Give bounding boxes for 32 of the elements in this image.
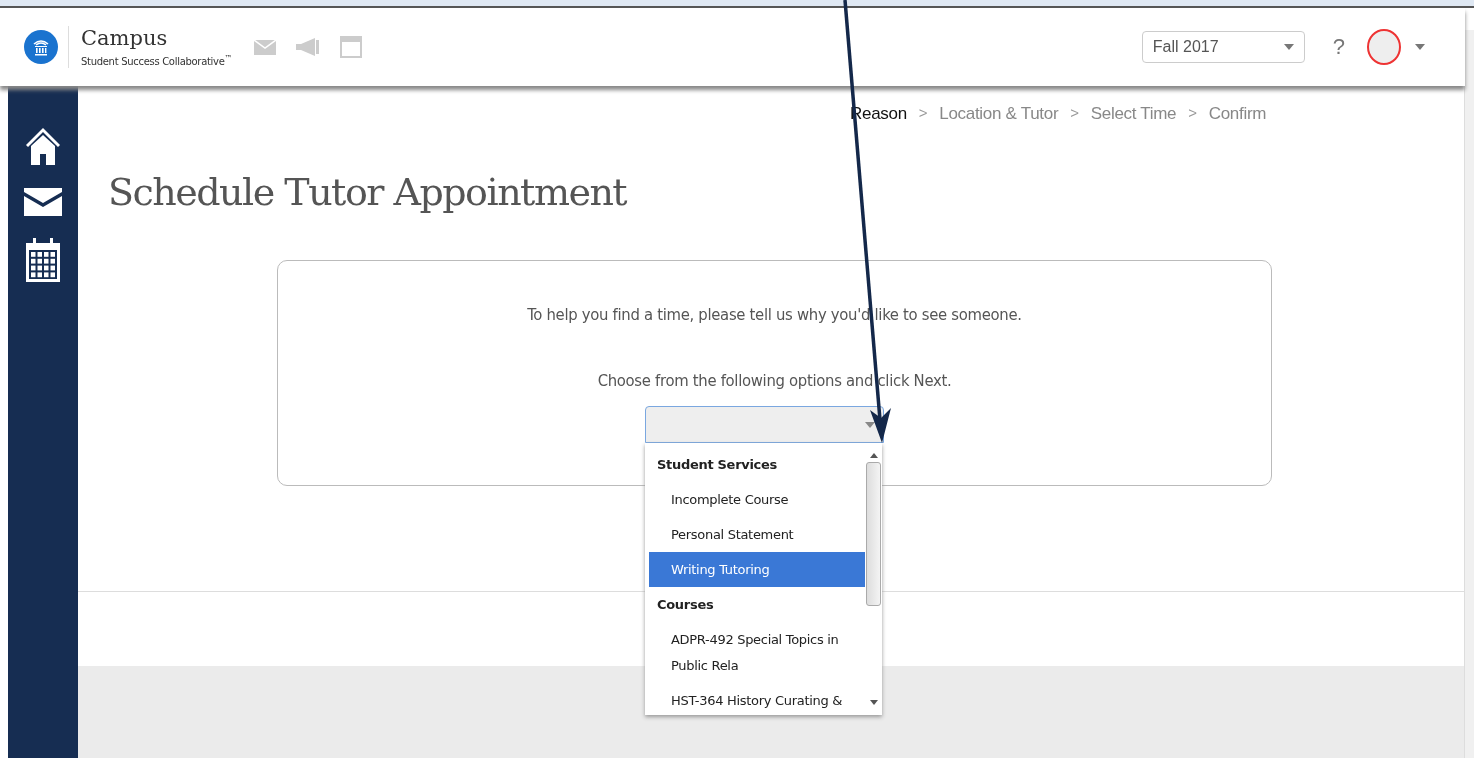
scroll-up-icon[interactable] — [869, 453, 878, 458]
avatar-icon[interactable] — [1367, 29, 1401, 65]
caret-icon — [865, 421, 875, 428]
term-select[interactable]: Fall 2017 — [1141, 31, 1305, 63]
reason-select[interactable] — [645, 406, 884, 443]
step-separator: > — [1188, 104, 1197, 123]
dropdown-option[interactable]: Incomplete Course — [649, 482, 865, 517]
dropdown-option[interactable]: ADPR-492 Special Topics in Public Rela — [649, 622, 865, 683]
step-separator: > — [918, 104, 928, 123]
home-icon[interactable] — [25, 126, 61, 166]
option-group-label: Student Services — [656, 456, 778, 474]
dropdown-option[interactable]: HST-364 History Curating & — [649, 683, 865, 715]
mail-icon[interactable] — [24, 188, 62, 216]
dropdown-option[interactable]: Writing Tutoring — [649, 552, 865, 587]
step-separator: > — [1070, 104, 1079, 123]
caret-icon — [1415, 44, 1425, 50]
option-group-label: Courses — [656, 596, 715, 614]
scroll-down-icon[interactable] — [869, 700, 878, 705]
caret-icon — [1283, 44, 1294, 50]
scrollbar[interactable] — [865, 443, 882, 715]
dropdown-option[interactable]: Personal Statement — [649, 517, 865, 552]
step-label: Confirm — [1208, 104, 1267, 124]
app-subtitle: Student Success Collaborative$^{™}$ — [81, 54, 233, 68]
app-name: Campus — [81, 26, 169, 51]
step-label: Location & Tutor — [939, 104, 1059, 124]
calendar-icon[interactable] — [26, 238, 60, 282]
page-title: Schedule Tutor Appointment — [108, 170, 628, 214]
intro-text: To help you find a time, please tell us why you'd like to see someone. — [527, 305, 1022, 324]
step-label: Select Time — [1090, 104, 1177, 124]
help-icon[interactable]: ? — [1332, 34, 1345, 60]
instruction-text: Choose from the following options and click Next. — [597, 371, 952, 390]
logo-icon — [24, 30, 58, 64]
